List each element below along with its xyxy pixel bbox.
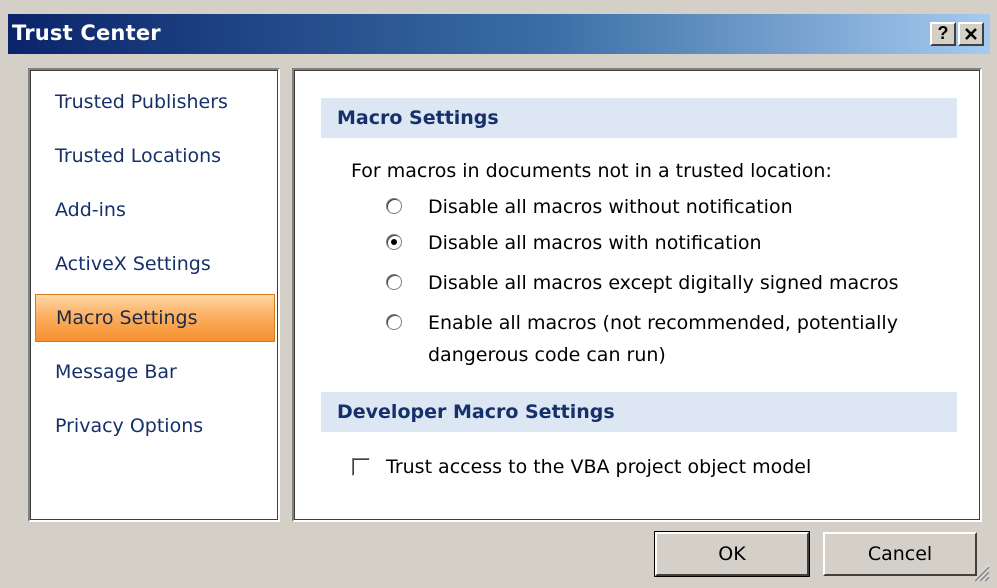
window-title: Trust Center (12, 21, 161, 45)
trust-vba-label: Trust access to the VBA project object m… (386, 456, 812, 478)
title-bar[interactable]: Trust Center ? (8, 14, 990, 54)
help-icon: ? (937, 23, 949, 43)
radio-label: Disable all macros except digitally sign… (428, 272, 899, 294)
radio-button[interactable] (386, 198, 402, 214)
resize-grip-icon[interactable] (970, 562, 990, 582)
ok-button[interactable]: OK (654, 531, 810, 577)
close-icon (965, 28, 977, 40)
developer-settings-header: Developer Macro Settings (321, 392, 957, 432)
radio-label-continued: dangerous code can run) (428, 344, 666, 366)
settings-panel: Macro Settings For macros in documents n… (292, 68, 982, 522)
radio-label: Disable all macros without notification (428, 196, 793, 218)
trust-center-dialog: Trust Center ? Trusted Publishers Truste… (0, 0, 997, 588)
sidebar-item-privacy-options[interactable]: Privacy Options (35, 404, 275, 448)
radio-button[interactable] (386, 274, 402, 290)
sidebar-item-message-bar[interactable]: Message Bar (35, 350, 275, 394)
sidebar-item-trusted-locations[interactable]: Trusted Locations (35, 134, 275, 178)
close-button[interactable] (958, 22, 984, 46)
cancel-button[interactable]: Cancel (823, 532, 977, 576)
macro-intro-text: For macros in documents not in a trusted… (351, 160, 832, 182)
sidebar-item-activex-settings[interactable]: ActiveX Settings (35, 242, 275, 286)
radio-button[interactable] (386, 314, 402, 330)
radio-button-selected[interactable] (386, 234, 402, 250)
macro-settings-header: Macro Settings (321, 98, 957, 138)
trust-vba-checkbox[interactable] (352, 458, 370, 476)
help-button[interactable]: ? (930, 22, 956, 46)
radio-label: Disable all macros with notification (428, 232, 762, 254)
sidebar-item-trusted-publishers[interactable]: Trusted Publishers (35, 80, 275, 124)
radio-label: Enable all macros (not recommended, pote… (428, 312, 898, 334)
sidebar-item-macro-settings[interactable]: Macro Settings (35, 294, 275, 342)
category-list: Trusted Publishers Trusted Locations Add… (28, 68, 280, 522)
sidebar-item-add-ins[interactable]: Add-ins (35, 188, 275, 232)
